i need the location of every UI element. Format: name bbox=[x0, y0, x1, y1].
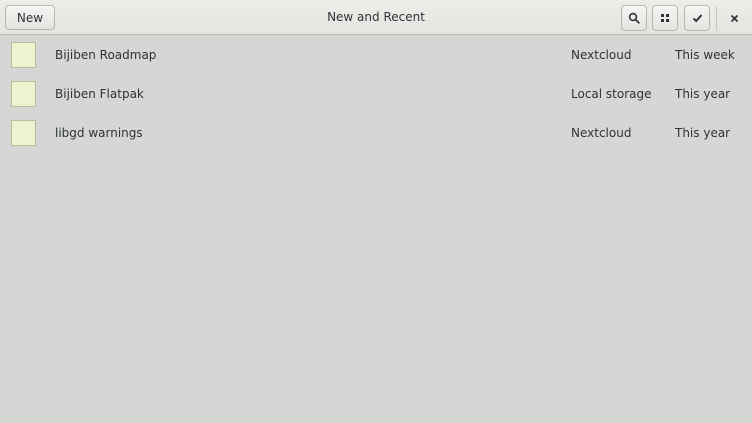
note-thumbnail bbox=[11, 42, 36, 68]
search-icon bbox=[628, 12, 640, 24]
close-icon bbox=[730, 14, 739, 23]
note-source: Nextcloud bbox=[571, 126, 632, 140]
list-item[interactable]: Bijiben Flatpak Local storage This year bbox=[0, 75, 752, 114]
note-title: Bijiben Roadmap bbox=[55, 48, 157, 62]
note-thumbnail bbox=[11, 120, 36, 146]
note-thumbnail bbox=[11, 81, 36, 107]
check-icon bbox=[692, 13, 703, 23]
list-item[interactable]: libgd warnings Nextcloud This year bbox=[0, 114, 752, 153]
app-window: New New and Recent Bijiben Roadmap Nextc… bbox=[0, 0, 752, 423]
header-separator bbox=[716, 6, 717, 30]
view-toggle-button[interactable] bbox=[652, 5, 678, 31]
header-bar: New New and Recent bbox=[0, 0, 752, 35]
note-source: Nextcloud bbox=[571, 48, 632, 62]
close-button[interactable] bbox=[722, 5, 746, 31]
note-title: Bijiben Flatpak bbox=[55, 87, 144, 101]
new-button-label: New bbox=[16, 10, 44, 25]
note-title: libgd warnings bbox=[55, 126, 143, 140]
note-date: This week bbox=[675, 48, 735, 62]
selection-mode-button[interactable] bbox=[684, 5, 710, 31]
list-item[interactable]: Bijiben Roadmap Nextcloud This week bbox=[0, 36, 752, 75]
note-date: This year bbox=[675, 126, 731, 140]
search-button[interactable] bbox=[621, 5, 647, 31]
note-source: Local storage bbox=[571, 87, 652, 101]
note-date: This year bbox=[675, 87, 731, 101]
grid-view-icon bbox=[660, 13, 670, 23]
notes-list: Bijiben Roadmap Nextcloud This week Biji… bbox=[0, 36, 752, 153]
new-button[interactable]: New bbox=[5, 5, 55, 30]
